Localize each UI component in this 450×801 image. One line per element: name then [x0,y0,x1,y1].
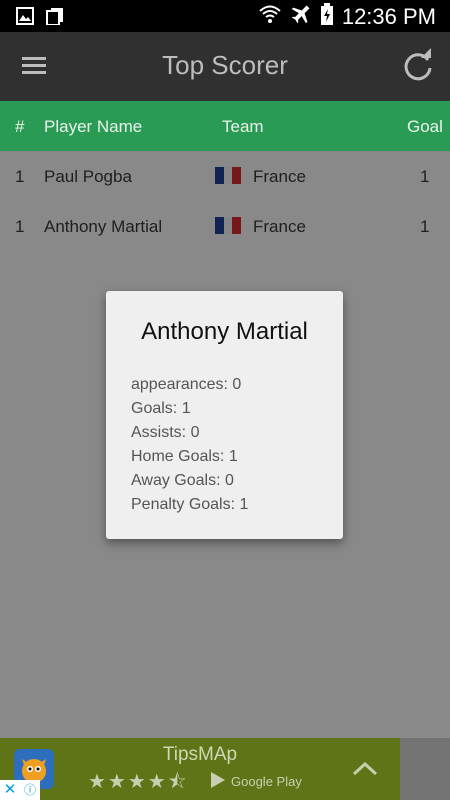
ad-banner[interactable]: TipsMAp ★★★★⯪ Google Play [0,738,400,800]
column-header-team: Team [222,117,264,136]
ad-info-icon[interactable]: ⓘ [20,780,40,800]
stat-assists: Assists: 0 [131,424,200,441]
wifi-icon [258,4,282,29]
stat-goals: Goals: 1 [131,400,191,417]
stat-penalty-goals: Penalty Goals: 1 [131,496,249,513]
column-header-goals: Goal [407,117,443,136]
column-header-number: # [15,117,25,136]
app-bar: Top Scorer [0,32,450,101]
google-play-label: Google Play [231,774,302,789]
refresh-icon[interactable] [400,48,436,84]
stat-away-goals: Away Goals: 0 [131,472,234,489]
ad-close-icon[interactable]: ✕ [0,780,20,800]
stat-appearances: appearances: 0 [131,376,242,393]
dialog-title: Anthony Martial [141,318,308,345]
status-bar: 12:36 PM [0,0,450,32]
battery-charging-icon [320,3,334,30]
ad-rating-stars: ★★★★⯪ [88,771,189,793]
copy-notification-icon [46,7,64,25]
ad-side-panel [400,738,450,800]
stat-home-goals: Home Goals: 1 [131,448,238,465]
status-time: 12:36 PM [341,3,436,29]
airplane-mode-icon [290,3,312,30]
player-stats-dialog: Anthony Martial appearances: 0 Goals: 1 … [106,291,343,539]
column-header-player: Player Name [44,117,143,136]
google-play-badge[interactable]: Google Play [210,771,302,792]
page-title: Top Scorer [162,50,288,80]
gallery-notification-icon [16,7,34,25]
ad-app-name[interactable]: TipsMAp [0,744,400,766]
chevron-up-icon[interactable] [350,758,380,780]
play-store-icon [210,771,226,792]
table-header: # Player Name Team Goal [0,101,450,151]
